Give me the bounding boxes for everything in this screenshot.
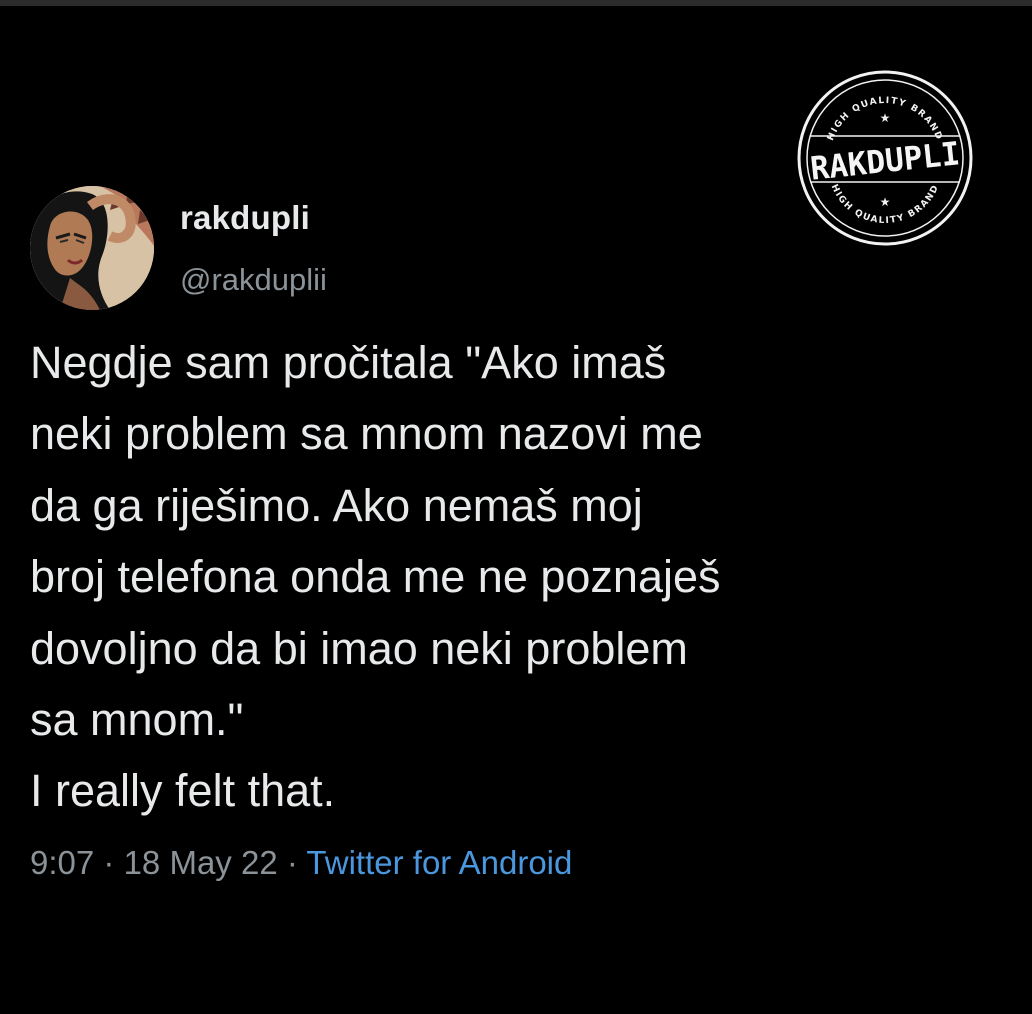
tweet-date[interactable]: 18 May 22 [124,844,278,881]
avatar[interactable] [30,186,154,310]
tweet-card: rakdupli @rakduplii Negdje sam pročitala… [0,0,1032,1014]
tweet-text-line: I really felt that. [30,765,336,817]
stamp-brand-text: RAKDUPLI [809,134,962,187]
tweet-text-line: sa mnom." [30,694,244,746]
tweet-text-line: dovoljno da bi imao neki problem [30,622,688,674]
svg-text:★: ★ [880,195,891,209]
tweet-text-line: da ga riješimo. Ako nemaš moj [30,479,643,531]
tweet-text: Negdje sam pročitala "Ako imaš neki prob… [30,327,990,827]
meta-separator: · [286,844,298,881]
user-handle[interactable]: @rakduplii [180,262,327,298]
tweet-meta: 9:07 · 18 May 22 · Twitter for Android [30,844,572,882]
tweet-text-line: neki problem sa mnom nazovi me [30,408,703,460]
brand-stamp-icon: HIGH QUALITY BRAND ★ RAKDUPLI ★ HIGH QUA… [792,70,978,246]
tweet-time[interactable]: 9:07 [30,844,94,881]
meta-separator: · [103,844,115,881]
display-name[interactable]: rakdupli [180,199,310,237]
tweet-text-line: Negdje sam pročitala "Ako imaš [30,337,667,388]
tweet-text-line: broj telefona onda me ne poznaješ [30,551,721,603]
svg-text:★: ★ [880,111,891,125]
tweet-source-link[interactable]: Twitter for Android [306,844,572,881]
